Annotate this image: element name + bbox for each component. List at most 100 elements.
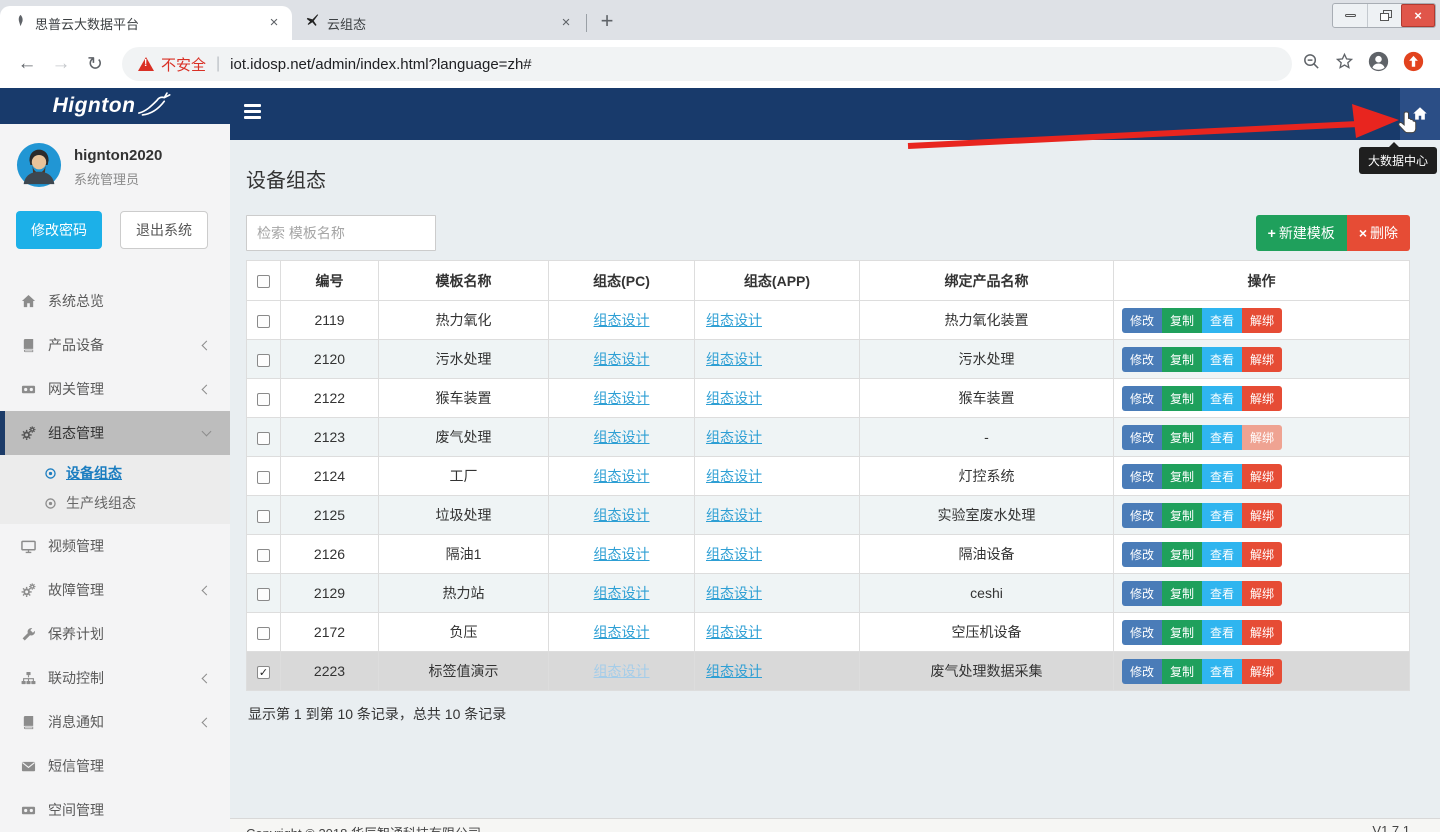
- row-checkbox[interactable]: [257, 588, 270, 601]
- action-edit-button[interactable]: 修改: [1122, 347, 1162, 372]
- action-view-button[interactable]: 查看: [1202, 542, 1242, 567]
- url-text[interactable]: iot.idosp.net/admin/index.html?language=…: [230, 56, 531, 73]
- row-checkbox[interactable]: [257, 393, 270, 406]
- back-icon[interactable]: ←: [10, 53, 44, 75]
- action-copy-button[interactable]: 复制: [1162, 386, 1202, 411]
- action-edit-button[interactable]: 修改: [1122, 581, 1162, 606]
- action-edit-button[interactable]: 修改: [1122, 308, 1162, 333]
- sidebar-item-9[interactable]: 短信管理: [0, 744, 230, 788]
- pc-config-link[interactable]: 组态设计: [594, 351, 650, 367]
- pc-config-link[interactable]: 组态设计: [594, 312, 650, 328]
- row-checkbox[interactable]: [257, 432, 270, 445]
- row-checkbox[interactable]: [257, 510, 270, 523]
- action-view-button[interactable]: 查看: [1202, 386, 1242, 411]
- action-unbind-button[interactable]: 解绑: [1242, 620, 1282, 645]
- home-button[interactable]: [1400, 88, 1440, 140]
- pc-config-link[interactable]: 组态设计: [594, 429, 650, 445]
- sidebar-item-2[interactable]: 网关管理: [0, 367, 230, 411]
- action-unbind-button[interactable]: 解绑: [1242, 308, 1282, 333]
- search-input[interactable]: [246, 215, 436, 251]
- hamburger-menu-icon[interactable]: [244, 104, 261, 122]
- action-copy-button[interactable]: 复制: [1162, 503, 1202, 528]
- app-config-link[interactable]: 组态设计: [706, 585, 762, 601]
- browser-update-icon[interactable]: [1403, 51, 1424, 77]
- action-edit-button[interactable]: 修改: [1122, 620, 1162, 645]
- app-config-link[interactable]: 组态设计: [706, 663, 762, 679]
- sidebar-subitem-0[interactable]: 设备组态: [0, 458, 230, 488]
- bookmark-star-icon[interactable]: [1335, 52, 1354, 76]
- action-copy-button[interactable]: 复制: [1162, 659, 1202, 684]
- action-copy-button[interactable]: 复制: [1162, 581, 1202, 606]
- action-edit-button[interactable]: 修改: [1122, 464, 1162, 489]
- row-checkbox[interactable]: [257, 354, 270, 367]
- app-config-link[interactable]: 组态设计: [706, 351, 762, 367]
- action-unbind-button[interactable]: 解绑: [1242, 386, 1282, 411]
- pc-config-link[interactable]: 组态设计: [594, 624, 650, 640]
- action-view-button[interactable]: 查看: [1202, 425, 1242, 450]
- action-edit-button[interactable]: 修改: [1122, 425, 1162, 450]
- row-checkbox[interactable]: [257, 549, 270, 562]
- pc-config-link[interactable]: 组态设计: [594, 663, 650, 679]
- sidebar-item-10[interactable]: 空间管理: [0, 788, 230, 832]
- change-password-button[interactable]: 修改密码: [16, 211, 102, 249]
- action-view-button[interactable]: 查看: [1202, 308, 1242, 333]
- delete-button[interactable]: × 删除: [1347, 215, 1410, 251]
- sidebar-item-3[interactable]: 组态管理: [0, 411, 230, 455]
- restore-button[interactable]: [1367, 4, 1401, 27]
- row-checkbox[interactable]: ✓: [257, 666, 270, 679]
- sidebar-item-6[interactable]: 保养计划: [0, 612, 230, 656]
- url-field[interactable]: 不安全 | iot.idosp.net/admin/index.html?lan…: [122, 47, 1292, 81]
- action-edit-button[interactable]: 修改: [1122, 386, 1162, 411]
- action-copy-button[interactable]: 复制: [1162, 347, 1202, 372]
- app-config-link[interactable]: 组态设计: [706, 312, 762, 328]
- pc-config-link[interactable]: 组态设计: [594, 585, 650, 601]
- action-unbind-button[interactable]: 解绑: [1242, 503, 1282, 528]
- browser-tab-active[interactable]: 思普云大数据平台 ×: [0, 6, 292, 40]
- app-config-link[interactable]: 组态设计: [706, 624, 762, 640]
- action-copy-button[interactable]: 复制: [1162, 425, 1202, 450]
- zoom-out-icon[interactable]: [1302, 52, 1321, 76]
- pc-config-link[interactable]: 组态设计: [594, 390, 650, 406]
- action-unbind-button[interactable]: 解绑: [1242, 464, 1282, 489]
- logout-button[interactable]: 退出系统: [120, 211, 208, 249]
- pc-config-link[interactable]: 组态设计: [594, 468, 650, 484]
- reload-icon[interactable]: ↻: [78, 53, 112, 76]
- action-copy-button[interactable]: 复制: [1162, 620, 1202, 645]
- profile-avatar-icon[interactable]: [1368, 51, 1389, 77]
- action-unbind-button[interactable]: 解绑: [1242, 542, 1282, 567]
- row-checkbox[interactable]: [257, 471, 270, 484]
- sidebar-item-4[interactable]: 视频管理: [0, 524, 230, 568]
- action-edit-button[interactable]: 修改: [1122, 542, 1162, 567]
- action-view-button[interactable]: 查看: [1202, 347, 1242, 372]
- action-copy-button[interactable]: 复制: [1162, 464, 1202, 489]
- sidebar-item-5[interactable]: 故障管理: [0, 568, 230, 612]
- sidebar-item-8[interactable]: 消息通知: [0, 700, 230, 744]
- row-checkbox[interactable]: [257, 315, 270, 328]
- app-config-link[interactable]: 组态设计: [706, 468, 762, 484]
- tab-close-icon[interactable]: ×: [556, 13, 576, 33]
- pc-config-link[interactable]: 组态设计: [594, 546, 650, 562]
- action-unbind-button[interactable]: 解绑: [1242, 581, 1282, 606]
- action-view-button[interactable]: 查看: [1202, 464, 1242, 489]
- app-config-link[interactable]: 组态设计: [706, 507, 762, 523]
- action-copy-button[interactable]: 复制: [1162, 308, 1202, 333]
- sidebar-item-0[interactable]: 系统总览: [0, 279, 230, 323]
- action-edit-button[interactable]: 修改: [1122, 659, 1162, 684]
- sidebar-item-7[interactable]: 联动控制: [0, 656, 230, 700]
- browser-tab-inactive[interactable]: 云组态 ×: [292, 6, 584, 40]
- security-warning[interactable]: 不安全: [161, 54, 206, 75]
- action-copy-button[interactable]: 复制: [1162, 542, 1202, 567]
- sidebar-subitem-1[interactable]: 生产线组态: [0, 488, 230, 518]
- action-unbind-button[interactable]: 解绑: [1242, 659, 1282, 684]
- action-unbind-button[interactable]: 解绑: [1242, 347, 1282, 372]
- new-tab-button[interactable]: +: [593, 8, 621, 36]
- row-checkbox[interactable]: [257, 627, 270, 640]
- action-edit-button[interactable]: 修改: [1122, 503, 1162, 528]
- app-config-link[interactable]: 组态设计: [706, 546, 762, 562]
- action-view-button[interactable]: 查看: [1202, 503, 1242, 528]
- new-template-button[interactable]: + 新建模板: [1256, 215, 1347, 251]
- tab-close-icon[interactable]: ×: [264, 13, 284, 33]
- action-unbind-button[interactable]: 解绑: [1242, 425, 1282, 450]
- action-view-button[interactable]: 查看: [1202, 620, 1242, 645]
- pc-config-link[interactable]: 组态设计: [594, 507, 650, 523]
